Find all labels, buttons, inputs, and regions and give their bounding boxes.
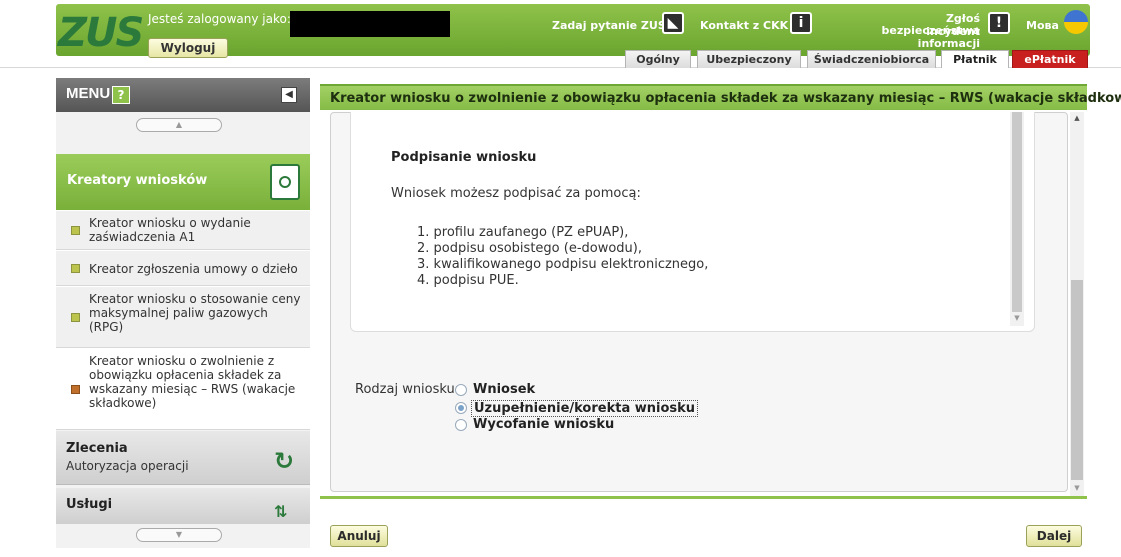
- list-item: 4. podpisu PUE.: [417, 273, 519, 288]
- tab-eplatnik[interactable]: ePłatnik: [1012, 50, 1088, 68]
- main-tabs: Ogólny Ubezpieczony Świadczeniobiorca Pł…: [0, 50, 1121, 68]
- divider: [320, 496, 1087, 499]
- username-redacted: [290, 11, 450, 37]
- ask-question-link[interactable]: Zadaj pytanie ZUS: [552, 19, 666, 32]
- info-scrollbar-thumb[interactable]: [1012, 112, 1022, 312]
- tab-swiadczeniobiorca[interactable]: Świadczeniobiorca: [807, 50, 936, 68]
- section-zlecenia[interactable]: Zlecenia Autoryzacja operacji ↻: [56, 431, 310, 485]
- bullet-icon: [71, 226, 80, 235]
- collapse-menu-icon[interactable]: ◀: [281, 87, 297, 103]
- info-box: [350, 112, 1035, 332]
- radio-label[interactable]: Wniosek: [473, 382, 535, 397]
- menu-scroll-down-button[interactable]: ▼: [136, 528, 222, 542]
- contact-ckk-link[interactable]: Kontakt z CKK: [700, 19, 788, 32]
- tab-ubezpieczony[interactable]: Ubezpieczony: [697, 50, 801, 68]
- uslugi-title: Usługi: [66, 497, 113, 512]
- arrows-icon: ⇅: [274, 502, 288, 521]
- sidebar-item-umowa-o-dzielo[interactable]: Kreator zgłoszenia umowy o dzieło: [56, 250, 310, 286]
- sidebar-item-label: Kreator wniosku o stosowanie ceny maksym…: [89, 292, 301, 334]
- tab-platnik[interactable]: Płatnik: [941, 50, 1009, 68]
- radio-button-checked[interactable]: [455, 402, 467, 414]
- help-icon[interactable]: ?: [112, 86, 130, 104]
- next-button[interactable]: Dalej: [1026, 525, 1082, 547]
- section-kreatory-wnioskow[interactable]: Kreatory wniosków: [56, 154, 310, 210]
- sign-options-list: 1. profilu zaufanego (PZ ePUAP), 2. podp…: [417, 225, 708, 289]
- info-icon[interactable]: i: [790, 12, 812, 34]
- zlecenia-subtitle: Autoryzacja operacji: [66, 459, 189, 473]
- bullet-icon: [71, 264, 80, 273]
- menu-header: MENU ? ◀: [56, 78, 310, 112]
- alert-icon[interactable]: !: [988, 12, 1010, 34]
- sidebar: MENU ? ◀ ▲ Kreatory wniosków Kreator wni…: [56, 78, 310, 548]
- scroll-down-arrow-icon[interactable]: ▼: [1070, 484, 1084, 492]
- sidebar-item-label: Kreator zgłoszenia umowy o dzieło: [89, 262, 298, 276]
- language-link[interactable]: Мова: [1026, 19, 1059, 32]
- section-title: Kreatory wniosków: [67, 173, 208, 188]
- page-title: Kreator wniosku o zwolnienie z obowiązku…: [330, 91, 1121, 106]
- bullet-icon: [71, 385, 80, 394]
- info-scrollbar[interactable]: ▼: [1010, 112, 1024, 326]
- ukraine-flag-icon[interactable]: [1064, 10, 1088, 34]
- cancel-button[interactable]: Anuluj: [330, 525, 388, 547]
- menu-title: MENU: [66, 85, 111, 102]
- sidebar-item-rws[interactable]: Kreator wniosku o zwolnienie z obowiązku…: [56, 348, 310, 430]
- logged-as-label: Jesteś zalogowany jako:: [148, 12, 291, 26]
- report-incident-link-line2[interactable]: bezpieczeństwa informacji: [818, 24, 980, 50]
- request-type-label: Rodzaj wniosku:: [355, 382, 460, 397]
- list-item: 3. kwalifikowanego podpisu elektroniczne…: [417, 257, 709, 272]
- header: ZUS Jesteś zalogowany jako: Wyloguj Zada…: [0, 0, 1121, 68]
- list-item: 2. podpisu osobistego (e-dowodu),: [417, 241, 642, 256]
- list-item: 1. profilu zaufanego (PZ ePUAP),: [417, 225, 629, 240]
- sidebar-item-label: Kreator wniosku o wydanie zaświadczenia …: [89, 216, 251, 244]
- sidebar-item-a1[interactable]: Kreator wniosku o wydanie zaświadczenia …: [56, 210, 310, 250]
- zlecenia-title: Zlecenia: [66, 441, 128, 456]
- main-scrollbar[interactable]: ▲ ▼: [1070, 112, 1084, 496]
- main-title-bar: Kreator wniosku o zwolnienie z obowiązku…: [320, 84, 1121, 110]
- radio-label[interactable]: Wycofanie wniosku: [473, 417, 614, 432]
- sidebar-item-rpg[interactable]: Kreator wniosku o stosowanie ceny maksym…: [56, 286, 310, 348]
- menu-scroll-up-button[interactable]: ▲: [136, 118, 222, 132]
- radio-label[interactable]: Uzupełnienie/korekta wniosku: [471, 400, 699, 417]
- sign-title: Podpisanie wniosku: [391, 150, 537, 165]
- sidebar-item-label: Kreator wniosku o zwolnienie z obowiązku…: [89, 354, 296, 410]
- scroll-down-arrow-icon[interactable]: ▼: [1010, 314, 1024, 322]
- section-uslugi[interactable]: Usługi ⇅: [56, 488, 310, 524]
- radio-button[interactable]: [455, 419, 467, 431]
- tab-ogolny[interactable]: Ogólny: [625, 50, 691, 68]
- radio-button[interactable]: [455, 384, 467, 396]
- scroll-up-arrow-icon[interactable]: ▲: [1070, 114, 1084, 122]
- main-scrollbar-thumb[interactable]: [1071, 280, 1083, 480]
- refresh-icon: ↻: [274, 447, 295, 475]
- bullet-icon: [71, 313, 80, 322]
- chat-icon[interactable]: ◣: [662, 12, 684, 34]
- sign-description: Wniosek możesz podpisać za pomocą:: [391, 186, 641, 201]
- document-icon: [270, 164, 300, 200]
